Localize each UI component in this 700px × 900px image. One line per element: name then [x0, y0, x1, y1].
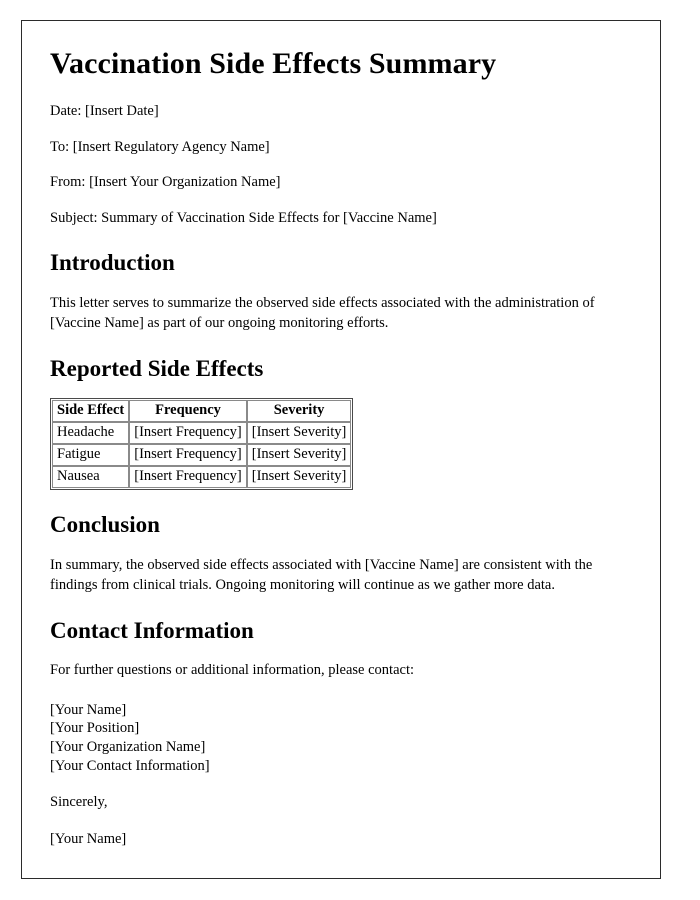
signature-line-position: [Your Position] — [50, 720, 140, 737]
signature-line-contact: [Your Contact Information] — [50, 757, 210, 774]
table-header-row: Side Effect Frequency Severity — [52, 400, 352, 423]
header-field-from: From: [Insert Your Organization Name] — [50, 174, 281, 191]
cell-side-effect: Headache — [52, 422, 130, 445]
column-header-severity: Severity — [246, 400, 352, 423]
header-field-to: To: [Insert Regulatory Agency Name] — [50, 138, 270, 155]
document-content: Vaccination Side Effects Summary Date: [… — [22, 21, 660, 848]
section-heading-reported-side-effects: Reported Side Effects — [50, 355, 264, 381]
cell-severity: [Insert Severity] — [246, 422, 352, 445]
cell-severity: [Insert Severity] — [246, 444, 352, 467]
document-page: Vaccination Side Effects Summary Date: [… — [21, 20, 661, 879]
closing-signature-name: [Your Name] — [50, 830, 127, 847]
table-row: Headache [Insert Frequency] [Insert Seve… — [52, 422, 352, 445]
closing-salutation: Sincerely, — [50, 794, 108, 811]
signature-block: [Your Name] [Your Position] [Your Organi… — [50, 701, 634, 775]
cell-frequency: [Insert Frequency] — [129, 444, 247, 467]
signature-line-organization: [Your Organization Name] — [50, 738, 206, 755]
contact-intro-paragraph: For further questions or additional info… — [50, 662, 415, 679]
section-conclusion: Conclusion In summary, the observed side… — [50, 512, 634, 596]
cell-side-effect: Nausea — [52, 466, 130, 489]
side-effects-table: Side Effect Frequency Severity Headache … — [50, 398, 354, 491]
signature-line-name: [Your Name] — [50, 701, 127, 718]
table-row: Nausea [Insert Frequency] [Insert Severi… — [52, 466, 352, 489]
introduction-paragraph: This letter serves to summarize the obse… — [50, 294, 595, 332]
header-field-date: Date: [Insert Date] — [50, 103, 159, 119]
section-heading-conclusion: Conclusion — [50, 512, 160, 538]
cell-frequency: [Insert Frequency] — [129, 422, 247, 445]
section-heading-introduction: Introduction — [50, 250, 175, 276]
section-contact-information: Contact Information For further question… — [50, 618, 634, 848]
column-header-side-effect: Side Effect — [52, 400, 130, 423]
cell-severity: [Insert Severity] — [246, 466, 352, 489]
table-body: Headache [Insert Frequency] [Insert Seve… — [52, 422, 352, 489]
cell-frequency: [Insert Frequency] — [129, 466, 247, 489]
section-introduction: Introduction This letter serves to summa… — [50, 250, 634, 334]
header-field-subject: Subject: Summary of Vaccination Side Eff… — [50, 209, 437, 226]
letter-header-fields: Date: [Insert Date] To: [Insert Regulato… — [50, 102, 634, 228]
table-row: Fatigue [Insert Frequency] [Insert Sever… — [52, 444, 352, 467]
cell-side-effect: Fatigue — [52, 444, 130, 467]
column-header-frequency: Frequency — [129, 400, 247, 423]
conclusion-paragraph: In summary, the observed side effects as… — [50, 556, 593, 594]
table-head: Side Effect Frequency Severity — [52, 400, 352, 423]
page-title: Vaccination Side Effects Summary — [50, 47, 497, 80]
section-heading-contact-information: Contact Information — [50, 617, 254, 643]
section-reported-side-effects: Reported Side Effects Side Effect Freque… — [50, 355, 634, 491]
